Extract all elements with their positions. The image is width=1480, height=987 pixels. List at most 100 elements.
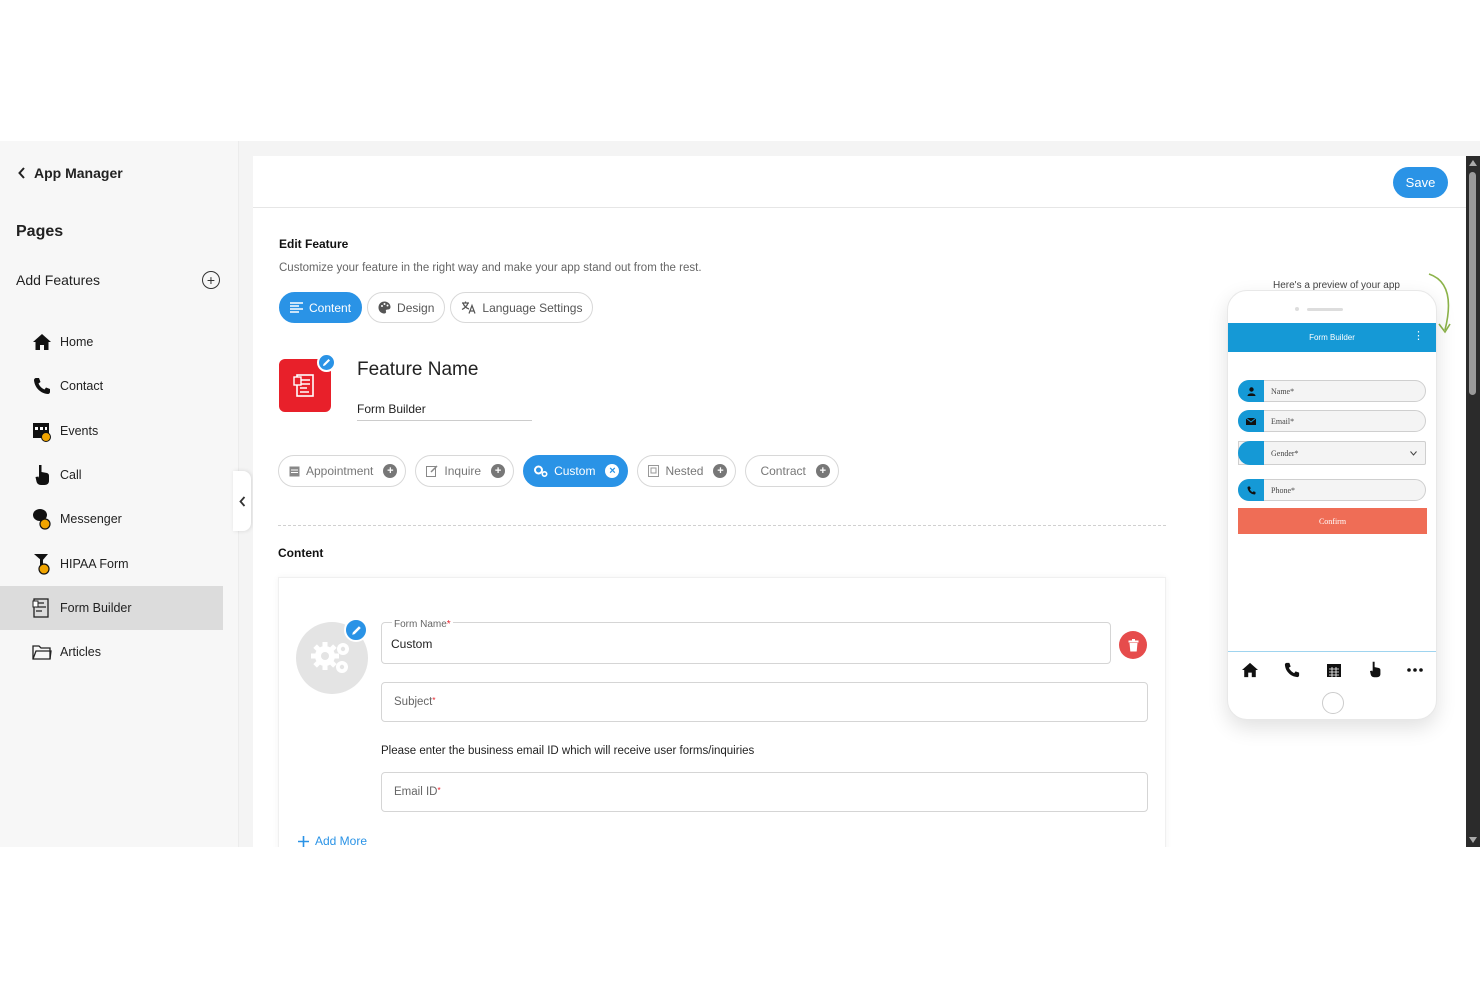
chip-custom[interactable]: Custom ×: [523, 455, 629, 487]
delete-form-button[interactable]: [1119, 631, 1147, 659]
hipaa-form-icon: [32, 553, 52, 575]
call-hand-icon: [1369, 661, 1380, 678]
phone-camera: [1295, 307, 1299, 311]
tab-language-settings[interactable]: Language Settings: [450, 292, 594, 323]
phone-speaker: [1307, 308, 1343, 311]
folder-icon: [32, 641, 52, 663]
sidebar-nav: Home Contact Events Call Messenger HIPAA…: [0, 320, 223, 674]
sidebar-item-label: Articles: [60, 645, 101, 660]
scroll-up-icon[interactable]: [1469, 160, 1477, 166]
add-circle-icon[interactable]: +: [491, 464, 506, 478]
email-id-field[interactable]: Email ID*: [381, 772, 1148, 812]
translate-icon: [462, 301, 476, 314]
sidebar-item-contact[interactable]: Contact: [0, 364, 223, 408]
chip-nested[interactable]: Nested +: [637, 455, 737, 487]
email-placeholder: Email ID*: [394, 786, 441, 798]
subject-field[interactable]: Subject*: [381, 682, 1148, 722]
sidebar: App Manager Pages Add Features + Home Co…: [0, 141, 239, 847]
chip-label: Appointment: [306, 464, 374, 478]
chip-label: Custom: [554, 464, 596, 478]
content-card: Form Name* Custom Subject* Please enter …: [278, 577, 1166, 847]
person-icon: [1238, 380, 1264, 402]
email-hint: Please enter the business email ID which…: [381, 745, 755, 757]
main-panel: Save Edit Feature Customize your feature…: [253, 156, 1466, 847]
sidebar-item-label: Home: [60, 335, 94, 350]
envelope-icon: [1238, 410, 1264, 432]
add-features[interactable]: Add Features +: [16, 271, 220, 289]
sidebar-item-label: Call: [60, 468, 82, 483]
sidebar-item-articles[interactable]: Articles: [0, 630, 223, 674]
app-preview-phone: Form Builder ⋮ Name* Email* Gender* Phon…: [1227, 290, 1437, 720]
phone-icon: [1238, 479, 1264, 501]
feature-icon[interactable]: [279, 353, 336, 412]
editor-tabs: Content Design Language Settings: [279, 292, 594, 323]
close-circle-icon[interactable]: ×: [605, 464, 620, 478]
edit-feature-title: Edit Feature: [279, 237, 349, 251]
chip-contract[interactable]: Contract +: [745, 455, 839, 487]
tab-content[interactable]: Content: [279, 292, 363, 323]
sidebar-item-label: Form Builder: [60, 600, 132, 615]
scrollbar[interactable]: [1466, 156, 1480, 847]
sidebar-item-events[interactable]: Events: [0, 409, 223, 453]
preview-tabbar: [1228, 651, 1436, 687]
chip-label: Nested: [665, 464, 704, 478]
phone-icon: [1285, 662, 1300, 677]
add-features-label: Add Features: [16, 272, 101, 288]
add-circle-icon[interactable]: +: [202, 271, 220, 289]
chip-label: Contract: [760, 464, 806, 478]
tab-label: Design: [397, 300, 435, 315]
more-vertical-icon: ⋮: [1413, 330, 1424, 342]
preview-header: Form Builder ⋮: [1228, 323, 1436, 352]
calendar-icon: [1326, 663, 1341, 677]
edit-icon: [426, 465, 438, 477]
tab-design[interactable]: Design: [367, 292, 446, 323]
sidebar-item-label: HIPAA Form: [60, 556, 129, 571]
edit-icon[interactable]: [317, 353, 336, 372]
edit-icon[interactable]: [344, 618, 368, 642]
form-builder-icon: [32, 597, 52, 619]
form-name-label: Form Name*: [392, 619, 453, 630]
collapse-sidebar-button[interactable]: [233, 471, 251, 531]
form-name-value: Custom: [391, 637, 433, 651]
pages-title: Pages: [16, 223, 64, 240]
form-builder-icon: [293, 373, 314, 397]
add-more-label: Add More: [315, 834, 368, 847]
add-circle-icon[interactable]: +: [815, 464, 830, 478]
plus-icon: [298, 835, 309, 847]
form-name-field[interactable]: Form Name* Custom: [381, 619, 1111, 664]
gears-icon: [534, 465, 548, 477]
scroll-thumb[interactable]: [1469, 172, 1476, 395]
scroll-down-icon[interactable]: [1469, 837, 1477, 843]
add-more-button[interactable]: Add More: [298, 834, 367, 847]
calendar-icon: [289, 466, 300, 477]
palette-icon: [378, 301, 391, 314]
form-type-chips: Appointment + Inquire + Custom × Nested …: [278, 455, 839, 487]
more-icon: [1407, 667, 1423, 672]
home-icon: [32, 331, 52, 353]
add-circle-icon[interactable]: +: [713, 464, 728, 478]
sidebar-item-home[interactable]: Home: [0, 320, 223, 364]
sidebar-item-call[interactable]: Call: [0, 453, 223, 497]
calendar-icon: [32, 420, 52, 442]
gears-icon: [311, 642, 349, 673]
phone-icon: [32, 375, 52, 397]
save-button[interactable]: Save: [1393, 167, 1448, 198]
preview-phone-field: Phone*: [1238, 479, 1426, 501]
chevron-left-icon: [238, 495, 245, 507]
section-divider: [278, 525, 1166, 526]
chip-inquire[interactable]: Inquire +: [415, 455, 515, 487]
edit-feature-subtitle: Customize your feature in the right way …: [279, 262, 702, 274]
sidebar-item-form-builder[interactable]: Form Builder: [0, 585, 223, 631]
preview-title: Form Builder: [1309, 333, 1355, 342]
feature-name-input[interactable]: [357, 397, 532, 421]
sidebar-item-messenger[interactable]: Messenger: [0, 497, 223, 541]
preview-gender-field: Gender*: [1238, 441, 1426, 465]
sidebar-item-label: Messenger: [60, 512, 122, 527]
back-to-app-manager[interactable]: App Manager: [18, 165, 123, 181]
chip-appointment[interactable]: Appointment +: [278, 455, 407, 487]
tab-label: Language Settings: [482, 300, 583, 315]
form-image[interactable]: [296, 618, 368, 694]
add-circle-icon[interactable]: +: [383, 464, 398, 478]
sidebar-item-label: Events: [60, 423, 99, 438]
sidebar-item-hipaa-form[interactable]: HIPAA Form: [0, 541, 223, 585]
